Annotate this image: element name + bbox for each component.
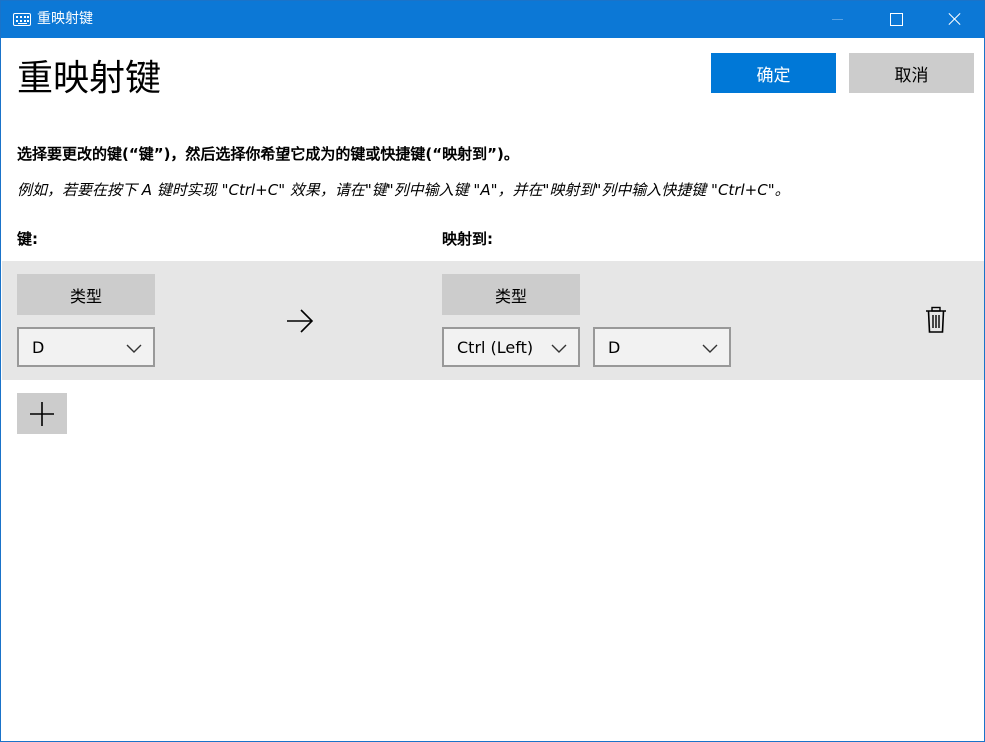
trash-icon[interactable]: [924, 306, 948, 334]
cancel-button[interactable]: 取消: [849, 53, 974, 93]
arrow-right-icon: [287, 309, 314, 333]
page-title: 重映射键: [17, 58, 162, 99]
window-title: 重映射键: [37, 11, 93, 27]
key-dropdown[interactable]: D: [17, 327, 155, 367]
mapped-key-dropdown-value: D: [608, 338, 621, 357]
mapped-key-dropdown[interactable]: D: [593, 327, 731, 367]
close-button[interactable]: [932, 1, 978, 38]
key-type-button[interactable]: 类型: [17, 274, 155, 315]
ok-button[interactable]: 确定: [711, 53, 836, 93]
plus-icon: [30, 402, 54, 426]
modifier-dropdown[interactable]: Ctrl (Left): [442, 327, 580, 367]
example-text: 例如，若要在按下 A 键时实现 "Ctrl+C" 效果，请在"键"列中输入键 "…: [17, 181, 790, 199]
title-bar[interactable]: 重映射键: [1, 1, 984, 38]
modifier-dropdown-value: Ctrl (Left): [457, 338, 534, 357]
remap-keys-window: 重映射键 重映射键 确定 取消 选择要更改的键(“键”)，然后选择你希望它成为的…: [0, 0, 985, 742]
maximize-button[interactable]: [873, 1, 919, 38]
instruction-text: 选择要更改的键(“键”)，然后选择你希望它成为的键或快捷键(“映射到”)。: [17, 145, 519, 163]
key-dropdown-value: D: [32, 338, 45, 357]
remap-row: 类型 D 类型 Ctrl (Left) D: [2, 261, 984, 380]
chevron-down-icon: [126, 344, 142, 353]
keyboard-icon: [13, 13, 31, 26]
mapped-to-column-header: 映射到:: [442, 230, 493, 248]
mapped-type-button[interactable]: 类型: [442, 274, 580, 315]
chevron-down-icon: [702, 344, 718, 353]
key-column-header: 键:: [17, 230, 38, 248]
chevron-down-icon: [551, 344, 567, 353]
minimize-button[interactable]: [814, 1, 860, 38]
add-remap-button[interactable]: [17, 393, 67, 434]
